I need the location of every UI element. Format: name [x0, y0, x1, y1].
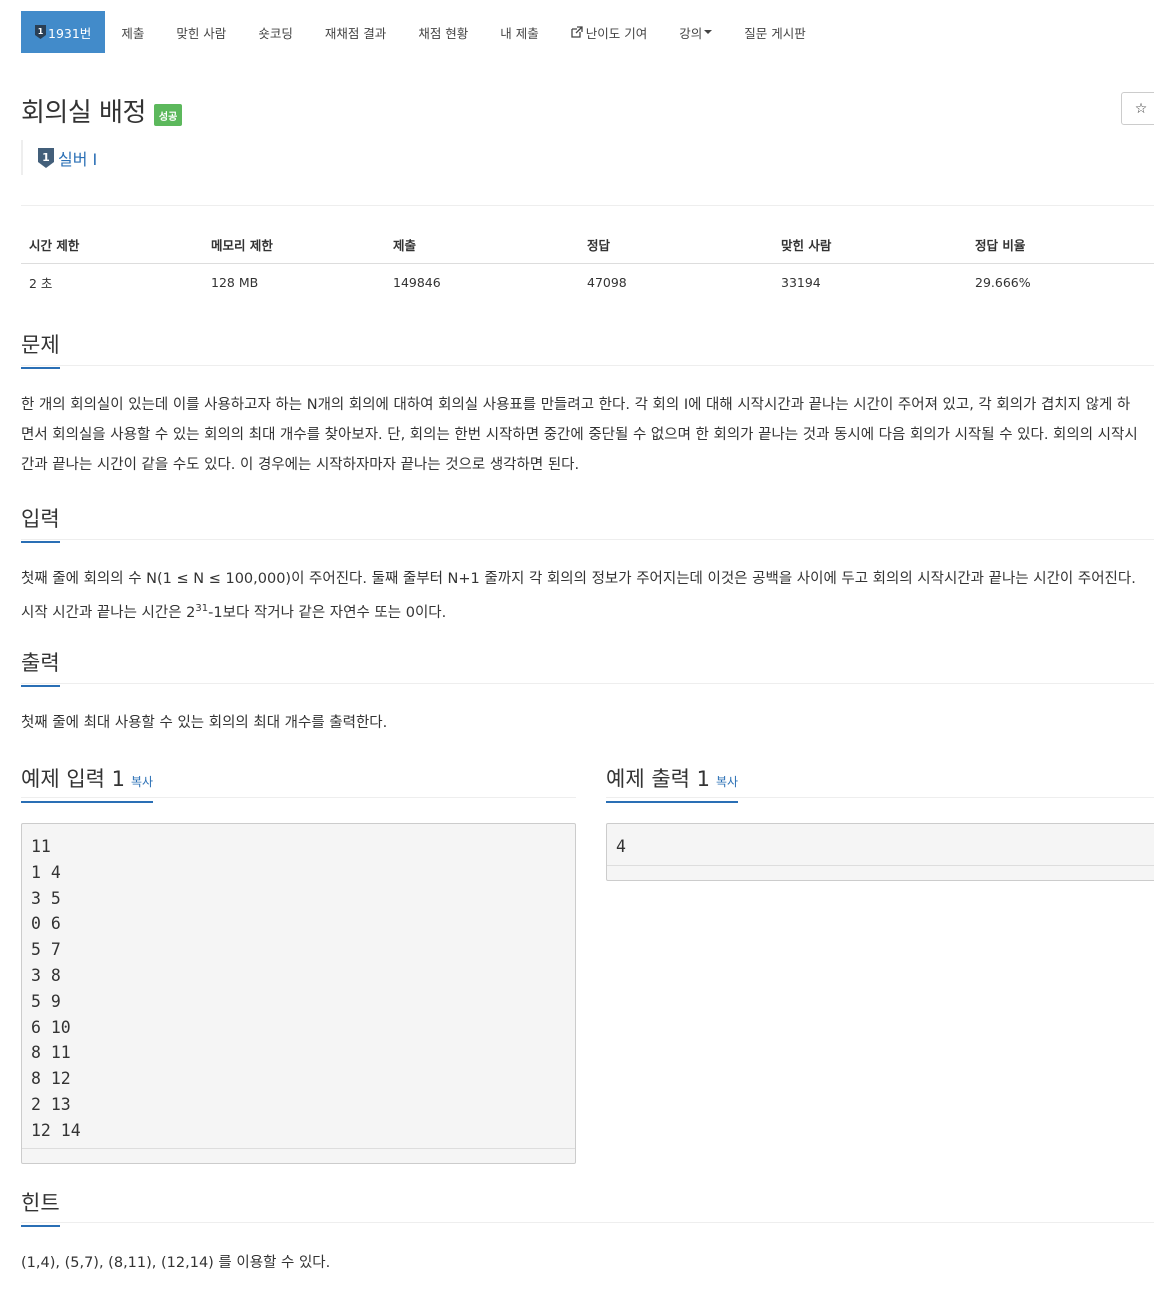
- copy-output-button[interactable]: 복사: [716, 775, 738, 789]
- exponent: 31: [195, 603, 209, 614]
- tab-problem-number[interactable]: 1 1931번: [21, 11, 106, 53]
- problem-description: 한 개의 회의실이 있는데 이를 사용하고자 하는 N개의 회의에 대하여 회의…: [21, 390, 1154, 480]
- problem-number-label: 1931번: [48, 25, 92, 41]
- header-memory-limit: 메모리 제한: [203, 225, 385, 264]
- title-row: 회의실 배정 성공: [21, 92, 183, 129]
- input-line: 시작 시간과 끝나는 시간은 231-1보다 작거나 같은 자연수 또는 0이다…: [21, 594, 1154, 628]
- hint-heading: 힌트: [21, 1187, 60, 1227]
- divider: [21, 205, 1154, 206]
- input-description: 첫째 줄에 회의의 수 N(1 ≤ N ≤ 100,000)이 주어진다. 둘째…: [21, 564, 1154, 628]
- sample-output-box[interactable]: 4: [606, 823, 1154, 881]
- tab-my-submissions[interactable]: 내 제출: [484, 11, 554, 53]
- header-accepted: 정답: [579, 225, 773, 264]
- caret-down-icon: [704, 30, 713, 34]
- tier-label[interactable]: 실버 I: [58, 146, 97, 170]
- tab-qna[interactable]: 질문 게시판: [728, 11, 821, 53]
- sample-output-text: 4: [616, 837, 626, 856]
- problem-nav: 1 1931번 제출 맞힌 사람 숏코딩 재채점 결과 채점 현황 내 제출 난…: [21, 11, 822, 53]
- input-heading: 입력: [21, 503, 60, 543]
- tab-difficulty[interactable]: 난이도 기여: [555, 11, 663, 53]
- tier-info: 1 실버 I: [21, 140, 97, 175]
- value-ratio: 29.666%: [975, 275, 1031, 290]
- silver-tier-icon: 1: [38, 147, 54, 168]
- copy-input-button[interactable]: 복사: [131, 775, 153, 789]
- sample-input-title: 예제 입력 1: [21, 767, 125, 791]
- divider: [21, 539, 1154, 540]
- value-memory-limit: 128 MB: [211, 275, 259, 290]
- table-row: 2 초 128 MB 149846 47098 33194 29.666%: [21, 264, 1154, 302]
- star-icon: ☆: [1134, 100, 1148, 117]
- tab-solvers[interactable]: 맞힌 사람: [160, 11, 242, 53]
- tab-status[interactable]: 채점 현황: [402, 11, 484, 53]
- difficulty-label: 난이도 기여: [585, 25, 648, 41]
- svg-text:1: 1: [38, 27, 44, 36]
- sample-output-title: 예제 출력 1: [606, 767, 710, 791]
- value-time-limit: 2 초: [29, 276, 53, 291]
- header-solvers: 맞힌 사람: [773, 225, 967, 264]
- tab-submit[interactable]: 제출: [105, 11, 160, 53]
- output-description: 첫째 줄에 최대 사용할 수 있는 회의의 최대 개수를 출력한다.: [21, 708, 1154, 738]
- sample-input-box[interactable]: 11 1 4 3 5 0 6 5 7 3 8 5 9 6 10 8 11 8 1…: [21, 823, 576, 1164]
- divider: [21, 1222, 1154, 1223]
- divider: [606, 797, 1154, 798]
- output-heading: 출력: [21, 647, 60, 687]
- header-time-limit: 시간 제한: [21, 225, 203, 264]
- tab-lecture[interactable]: 강의: [663, 11, 728, 53]
- input-text: 시작 시간과 끝나는 시간은 2: [21, 604, 196, 621]
- divider: [21, 683, 1154, 684]
- svg-text:1: 1: [42, 151, 50, 164]
- value-solvers: 33194: [781, 275, 821, 290]
- problem-info-table: 시간 제한 메모리 제한 제출 정답 맞힌 사람 정답 비율 2 초 128 M…: [21, 225, 1154, 301]
- star-button[interactable]: ☆: [1121, 92, 1154, 125]
- hint-text: (1,4), (5,7), (8,11), (12,14) 를 이용할 수 있다…: [21, 1248, 1154, 1278]
- description-line: 한 개의 회의실이 있는데 이를 사용하고자 하는 N개의 회의에 대하여 회의…: [21, 397, 1131, 413]
- description-heading: 문제: [21, 329, 60, 369]
- header-submissions: 제출: [385, 225, 579, 264]
- tier-badge-icon: 1: [35, 25, 46, 39]
- description-line: 면서 회의실을 사용할 수 있는 회의의 최대 개수를 찾아보자. 단, 회의는…: [21, 427, 1138, 443]
- value-accepted: 47098: [587, 275, 627, 290]
- tab-rejudge[interactable]: 재채점 결과: [309, 11, 402, 53]
- input-text: -1보다 작거나 같은 자연수 또는 0이다.: [208, 604, 447, 621]
- tab-short-coding[interactable]: 숏코딩: [242, 11, 309, 53]
- table-header-row: 시간 제한 메모리 제한 제출 정답 맞힌 사람 정답 비율: [21, 225, 1154, 264]
- description-line: 간과 끝나는 시간이 같을 수도 있다. 이 경우에는 시작하자마자 끝나는 것…: [21, 457, 580, 473]
- divider: [21, 797, 576, 798]
- page-title: 회의실 배정: [21, 98, 146, 128]
- divider: [21, 365, 1154, 366]
- scrollbar[interactable]: [607, 865, 1154, 880]
- sample-input-text: 11 1 4 3 5 0 6 5 7 3 8 5 9 6 10 8 11 8 1…: [31, 837, 81, 1140]
- scrollbar[interactable]: [22, 1148, 575, 1163]
- header-ratio: 정답 비율: [967, 225, 1154, 264]
- output-line: 첫째 줄에 최대 사용할 수 있는 회의의 최대 개수를 출력한다.: [21, 715, 388, 731]
- value-submissions: 149846: [393, 275, 441, 290]
- lecture-label: 강의: [679, 25, 703, 41]
- external-link-icon: [571, 26, 583, 38]
- input-line: 첫째 줄에 회의의 수 N(1 ≤ N ≤ 100,000)이 주어진다. 둘째…: [21, 571, 1136, 587]
- status-badge: 성공: [153, 103, 183, 126]
- hint-line: (1,4), (5,7), (8,11), (12,14) 를 이용할 수 있다…: [21, 1255, 331, 1271]
